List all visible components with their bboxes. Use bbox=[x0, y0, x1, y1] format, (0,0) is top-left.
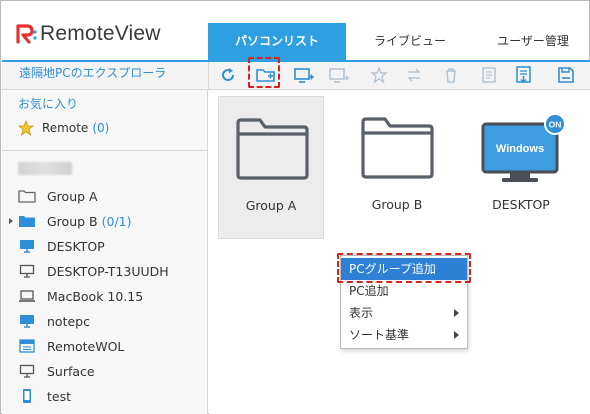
tree-item-notepc[interactable]: notepc bbox=[18, 311, 90, 331]
main-tabs: パソコンリスト ライブビュー ユーザー管理 bbox=[208, 23, 590, 60]
tree-item-surface[interactable]: Surface bbox=[18, 361, 95, 381]
sidebar-divider bbox=[2, 150, 207, 151]
tree-item-label: RemoteWOL bbox=[47, 338, 125, 354]
tile-desktop[interactable]: Windows ON DESKTOP bbox=[468, 96, 574, 239]
tile-label: Group B bbox=[371, 197, 423, 212]
wol-icon bbox=[18, 338, 36, 354]
highlight-add-pc-group bbox=[337, 253, 471, 283]
expand-caret-icon[interactable] bbox=[9, 218, 13, 224]
add-pc-icon[interactable] bbox=[291, 64, 317, 86]
export-icon[interactable] bbox=[511, 64, 537, 86]
tree-item-test[interactable]: test bbox=[18, 386, 71, 406]
menu-item-view[interactable]: 表示 bbox=[341, 302, 467, 324]
monitor-on-icon bbox=[18, 238, 36, 254]
tree-item-group-a[interactable]: Group A bbox=[18, 186, 98, 206]
redacted-account-name bbox=[18, 162, 72, 175]
monitor-off-icon bbox=[18, 363, 36, 379]
refresh-icon[interactable] bbox=[215, 64, 241, 86]
memo-icon bbox=[476, 64, 502, 86]
tree-item-label: Surface bbox=[47, 363, 95, 379]
submenu-arrow-icon bbox=[454, 309, 459, 317]
tree-item-label: DESKTOP bbox=[47, 238, 105, 254]
favorite-item-count: (0) bbox=[92, 121, 110, 135]
app-window: RemoteView パソコンリスト ライブビュー ユーザー管理 遠隔地PCのエ… bbox=[0, 0, 590, 414]
menu-item-label: ソート基準 bbox=[349, 328, 410, 342]
favorite-item-label: Remote bbox=[42, 121, 89, 135]
tile-group-b[interactable]: Group B bbox=[344, 96, 450, 239]
monitor-on-icon bbox=[18, 313, 36, 329]
tree-item-label: DESKTOP-T13UUDH bbox=[47, 263, 169, 279]
move-pc-icon bbox=[326, 64, 352, 86]
logo-mark-icon bbox=[15, 23, 37, 45]
tile-group-a[interactable]: Group A bbox=[218, 96, 324, 239]
tree-item-remotewol[interactable]: RemoteWOL bbox=[18, 336, 124, 356]
tab-live-view[interactable]: ライブビュー bbox=[346, 23, 474, 60]
tree-item-label: Group B bbox=[47, 213, 98, 229]
tree-item-macbook[interactable]: MacBook 10.15 bbox=[18, 286, 143, 306]
tree-item-label: notepc bbox=[47, 313, 90, 329]
save-icon[interactable] bbox=[553, 64, 579, 86]
mobile-icon bbox=[18, 388, 36, 404]
menu-item-label: 表示 bbox=[349, 306, 374, 320]
folder-icon bbox=[361, 117, 434, 179]
favorite-item-remote[interactable]: Remote (0) bbox=[18, 120, 109, 136]
laptop-icon bbox=[18, 288, 36, 304]
folder-filled-icon bbox=[18, 213, 36, 229]
menu-item-add-pc[interactable]: PC追加 bbox=[341, 280, 467, 302]
tree-item-label: Group A bbox=[47, 188, 98, 204]
favorites-label: お気に入り bbox=[18, 97, 79, 111]
sidebar: お気に入り Remote (0) Group A Group B (0/1) D… bbox=[2, 90, 208, 414]
submenu-arrow-icon bbox=[454, 331, 459, 339]
folder-outline-icon bbox=[18, 188, 36, 204]
tree-item-label: test bbox=[47, 388, 72, 404]
tree-item-group-b[interactable]: Group B (0/1) bbox=[18, 211, 131, 231]
screen-text: Windows bbox=[496, 143, 544, 155]
tree-item-desktop[interactable]: DESKTOP bbox=[18, 236, 105, 256]
on-badge: ON bbox=[549, 120, 562, 130]
tab-user-management[interactable]: ユーザー管理 bbox=[474, 23, 590, 60]
tree-item-label: MacBook 10.15 bbox=[47, 288, 144, 304]
swap-icon bbox=[401, 64, 427, 86]
logo-text: RemoteView bbox=[40, 22, 161, 45]
tab-pc-list[interactable]: パソコンリスト bbox=[208, 23, 346, 60]
app-logo: RemoteView bbox=[15, 21, 161, 47]
explorer-title: 遠隔地PCのエクスプローラ bbox=[2, 62, 208, 90]
main-panel: Group A Group B Windows ON DESKTOP bbox=[209, 90, 590, 414]
tree-item-desktop-t13uudh[interactable]: DESKTOP-T13UUDH bbox=[18, 261, 169, 281]
tile-label: DESKTOP bbox=[492, 197, 550, 212]
desktop-pc-icon: Windows ON bbox=[481, 114, 566, 182]
tree-item-count: (0/1) bbox=[101, 213, 132, 229]
favorite-icon bbox=[366, 64, 392, 86]
menu-item-sort[interactable]: ソート基準 bbox=[341, 324, 467, 346]
star-icon bbox=[18, 120, 34, 136]
folder-icon bbox=[236, 118, 309, 180]
tile-label: Group A bbox=[245, 198, 297, 213]
delete-icon bbox=[438, 64, 464, 86]
monitor-off-icon bbox=[18, 263, 36, 279]
highlight-add-folder bbox=[248, 57, 280, 88]
